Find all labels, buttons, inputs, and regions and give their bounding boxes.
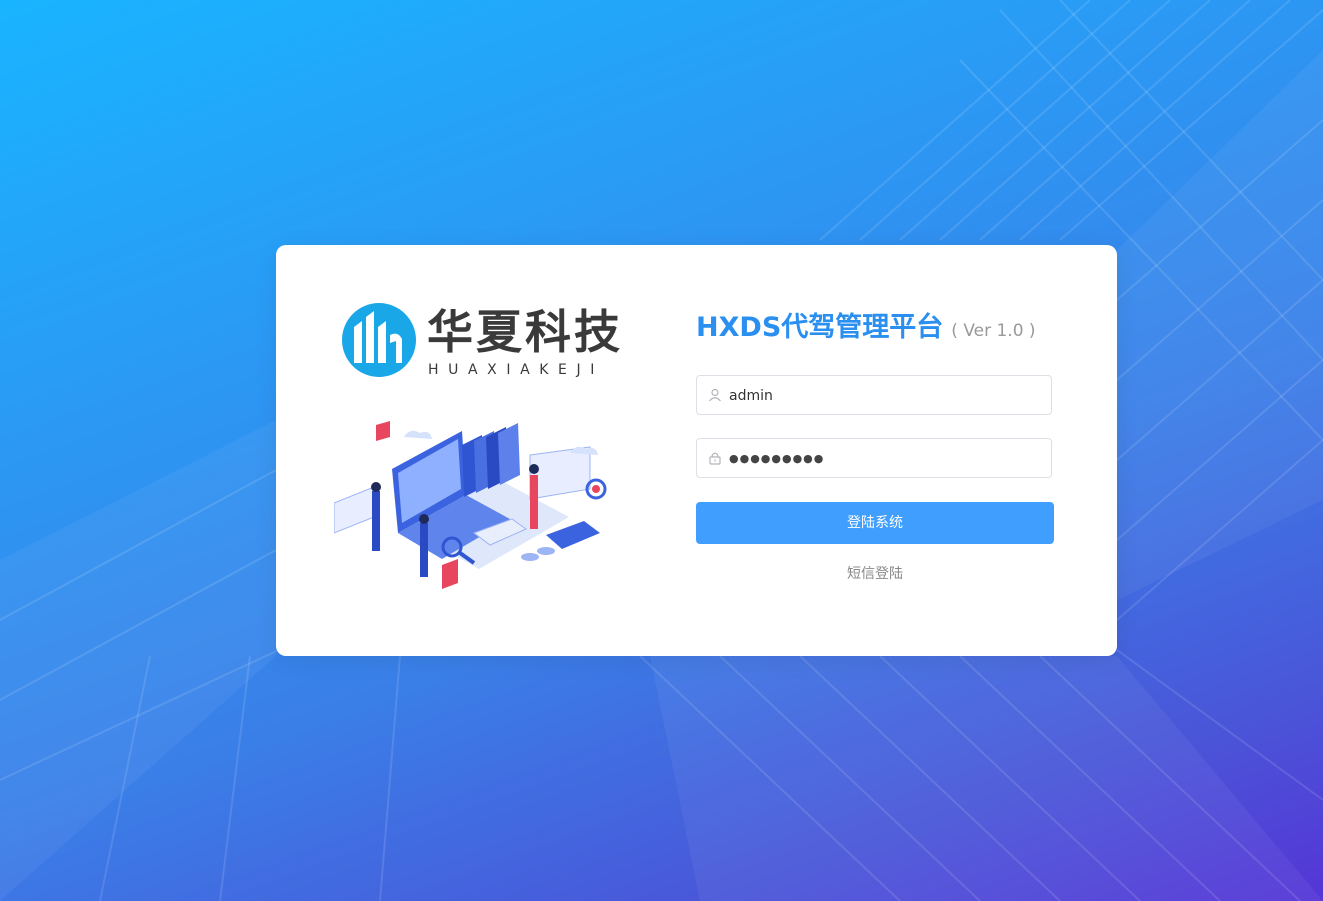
username-value: admin bbox=[729, 388, 773, 404]
brand-name-en: HUAXIAKEJI bbox=[428, 362, 604, 378]
brand-name-cn: 华夏科技 bbox=[427, 305, 623, 359]
password-value: ●●●●●●●●● bbox=[729, 452, 825, 465]
password-field[interactable]: ●●●●●●●●● bbox=[696, 438, 1052, 478]
brand-logo: 华夏科技 HUAXIAKEJI bbox=[342, 303, 622, 383]
login-title-row: HXDS代驾管理平台 ( Ver 1.0 ) bbox=[696, 305, 1096, 344]
username-field[interactable]: admin bbox=[696, 375, 1052, 415]
huaxia-logo-icon bbox=[342, 303, 416, 377]
login-card: 华夏科技 HUAXIAKEJI HXDS代驾管理平台( Ver 1.0) ad… bbox=[276, 245, 1117, 656]
sms-login-link[interactable]: 短信登陆 bbox=[696, 563, 1054, 583]
login-button[interactable]: 登陆系统 bbox=[696, 502, 1054, 544]
platform-title: HXDS代驾管理平台 bbox=[696, 312, 944, 343]
office-illustration bbox=[334, 417, 607, 589]
version-label: ( Ver 1.0 ) bbox=[951, 321, 1036, 341]
lock-icon bbox=[709, 452, 721, 465]
user-icon bbox=[709, 388, 721, 402]
